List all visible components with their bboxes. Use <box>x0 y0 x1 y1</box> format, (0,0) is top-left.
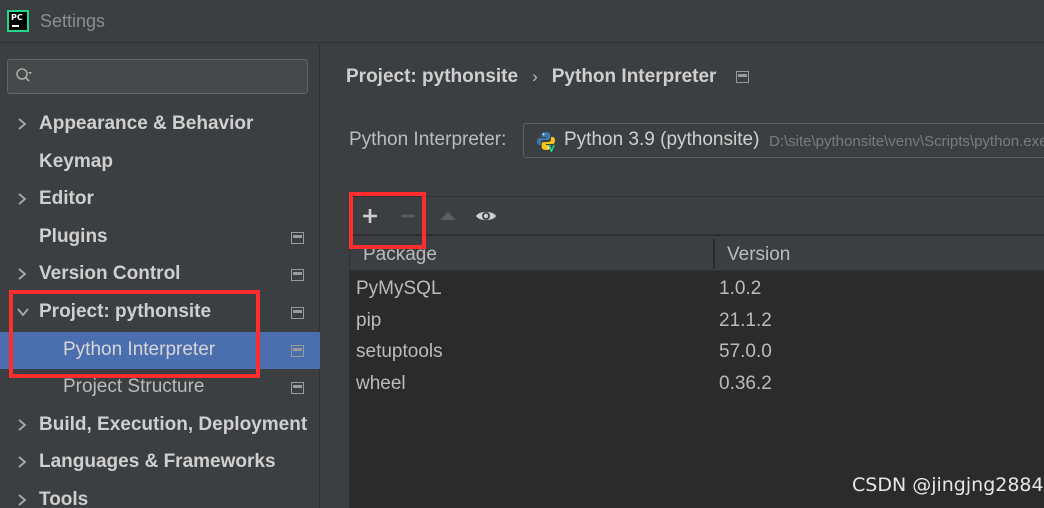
tree-item-label: Python Interpreter <box>63 338 216 360</box>
search-input[interactable] <box>7 59 308 94</box>
settings-tree: Appearance & Behavior Keymap Editor Plug… <box>0 106 320 508</box>
tree-item-label: Plugins <box>39 225 108 247</box>
table-row[interactable]: PyMySQL 1.0.2 <box>350 273 1044 305</box>
breadcrumb: Project: pythonsite › Python Interpreter <box>346 66 750 88</box>
tree-item-label: Keymap <box>39 150 113 172</box>
settings-content: Project: pythonsite › Python Interpreter… <box>321 44 1044 508</box>
column-header-version[interactable]: Version <box>727 244 790 266</box>
watermark: CSDN @jingjng2884 <box>852 474 1044 496</box>
pycharm-logo-icon: PC <box>7 10 29 32</box>
triangle-up-icon[interactable] <box>436 204 460 228</box>
tree-item-label: Project: pythonsite <box>39 300 212 322</box>
tree-item-label: Project Structure <box>63 376 205 398</box>
package-name: pip <box>356 309 382 331</box>
chevron-down-icon <box>16 304 30 322</box>
interpreter-path: D:\site\pythonsite\venv\Scripts\python.e… <box>769 133 1044 150</box>
tree-item-languages-frameworks[interactable]: Languages & Frameworks <box>0 444 320 482</box>
project-level-page-icon <box>291 382 304 395</box>
tree-item-python-interpreter[interactable]: Python Interpreter <box>0 331 320 370</box>
packages-table-header: Package Version <box>350 236 1044 271</box>
tree-item-project-pythonsite[interactable]: Project: pythonsite <box>0 294 320 332</box>
interpreter-label: Python Interpreter: <box>349 129 507 150</box>
package-version: 1.0.2 <box>719 278 762 299</box>
minus-icon[interactable] <box>396 204 420 228</box>
table-row[interactable]: wheel 0.36.2 <box>350 368 1044 400</box>
tree-item-label: Tools <box>39 488 89 508</box>
package-name: wheel <box>356 372 406 394</box>
tree-item-appearance-behavior[interactable]: Appearance & Behavior <box>0 106 320 144</box>
tree-item-label: Appearance & Behavior <box>39 113 254 134</box>
chevron-right-icon <box>16 266 30 284</box>
project-level-page-icon <box>291 306 304 319</box>
interpreter-name: Python 3.9 (pythonsite) <box>564 129 760 150</box>
project-level-page-icon <box>736 71 750 83</box>
tree-item-keymap[interactable]: Keymap <box>0 144 320 182</box>
chevron-right-icon <box>16 492 30 508</box>
package-name: PyMySQL <box>356 278 442 299</box>
tree-item-plugins[interactable]: Plugins <box>0 219 320 257</box>
interpreter-dropdown[interactable]: Python 3.9 (pythonsite) D:\site\pythonsi… <box>523 123 1044 158</box>
column-header-package[interactable]: Package <box>363 244 437 266</box>
tree-item-label: Version Control <box>39 263 181 285</box>
search-icon <box>16 68 32 82</box>
packages-table-body: PyMySQL 1.0.2 pip 21.1.2 setuptools 57.0… <box>350 273 1044 399</box>
tree-item-label: Editor <box>39 188 94 210</box>
table-row[interactable]: pip 21.1.2 <box>350 305 1044 337</box>
package-version: 21.1.2 <box>719 309 772 331</box>
tree-item-label: Build, Execution, Deployment <box>39 413 308 435</box>
breadcrumb-separator: › <box>532 67 538 86</box>
tree-item-tools[interactable]: Tools <box>0 482 320 508</box>
chevron-right-icon <box>16 454 30 472</box>
tree-item-label: Languages & Frameworks <box>39 451 276 473</box>
table-row[interactable]: setuptools 57.0.0 <box>350 336 1044 368</box>
project-level-page-icon <box>291 344 304 357</box>
packages-panel: Package Version PyMySQL 1.0.2 pip 21.1.2… <box>349 196 1044 508</box>
python-icon <box>537 132 555 152</box>
logo-text: PC <box>11 13 23 22</box>
plus-icon[interactable] <box>358 204 382 228</box>
tree-item-project-structure[interactable]: Project Structure <box>0 369 320 407</box>
column-divider[interactable] <box>713 239 715 269</box>
chevron-right-icon <box>16 116 30 134</box>
title-bar: PC Settings <box>0 0 1044 43</box>
tree-item-editor[interactable]: Editor <box>0 181 320 219</box>
project-level-page-icon <box>291 269 304 282</box>
breadcrumb-parent[interactable]: Project: pythonsite <box>346 66 518 88</box>
eye-icon[interactable] <box>474 204 498 228</box>
packages-toolbar <box>350 197 1044 235</box>
chevron-right-icon <box>16 191 30 209</box>
package-version: 0.36.2 <box>719 372 772 394</box>
project-level-page-icon <box>291 231 304 244</box>
package-version: 57.0.0 <box>719 341 772 362</box>
tree-item-build-execution-deployment[interactable]: Build, Execution, Deployment <box>0 407 320 445</box>
chevron-right-icon <box>16 417 30 435</box>
window-title: Settings <box>40 11 106 31</box>
package-name: setuptools <box>356 341 443 362</box>
settings-sidebar: Appearance & Behavior Keymap Editor Plug… <box>0 44 320 508</box>
breadcrumb-current: Python Interpreter <box>551 66 717 87</box>
tree-item-version-control[interactable]: Version Control <box>0 256 320 294</box>
